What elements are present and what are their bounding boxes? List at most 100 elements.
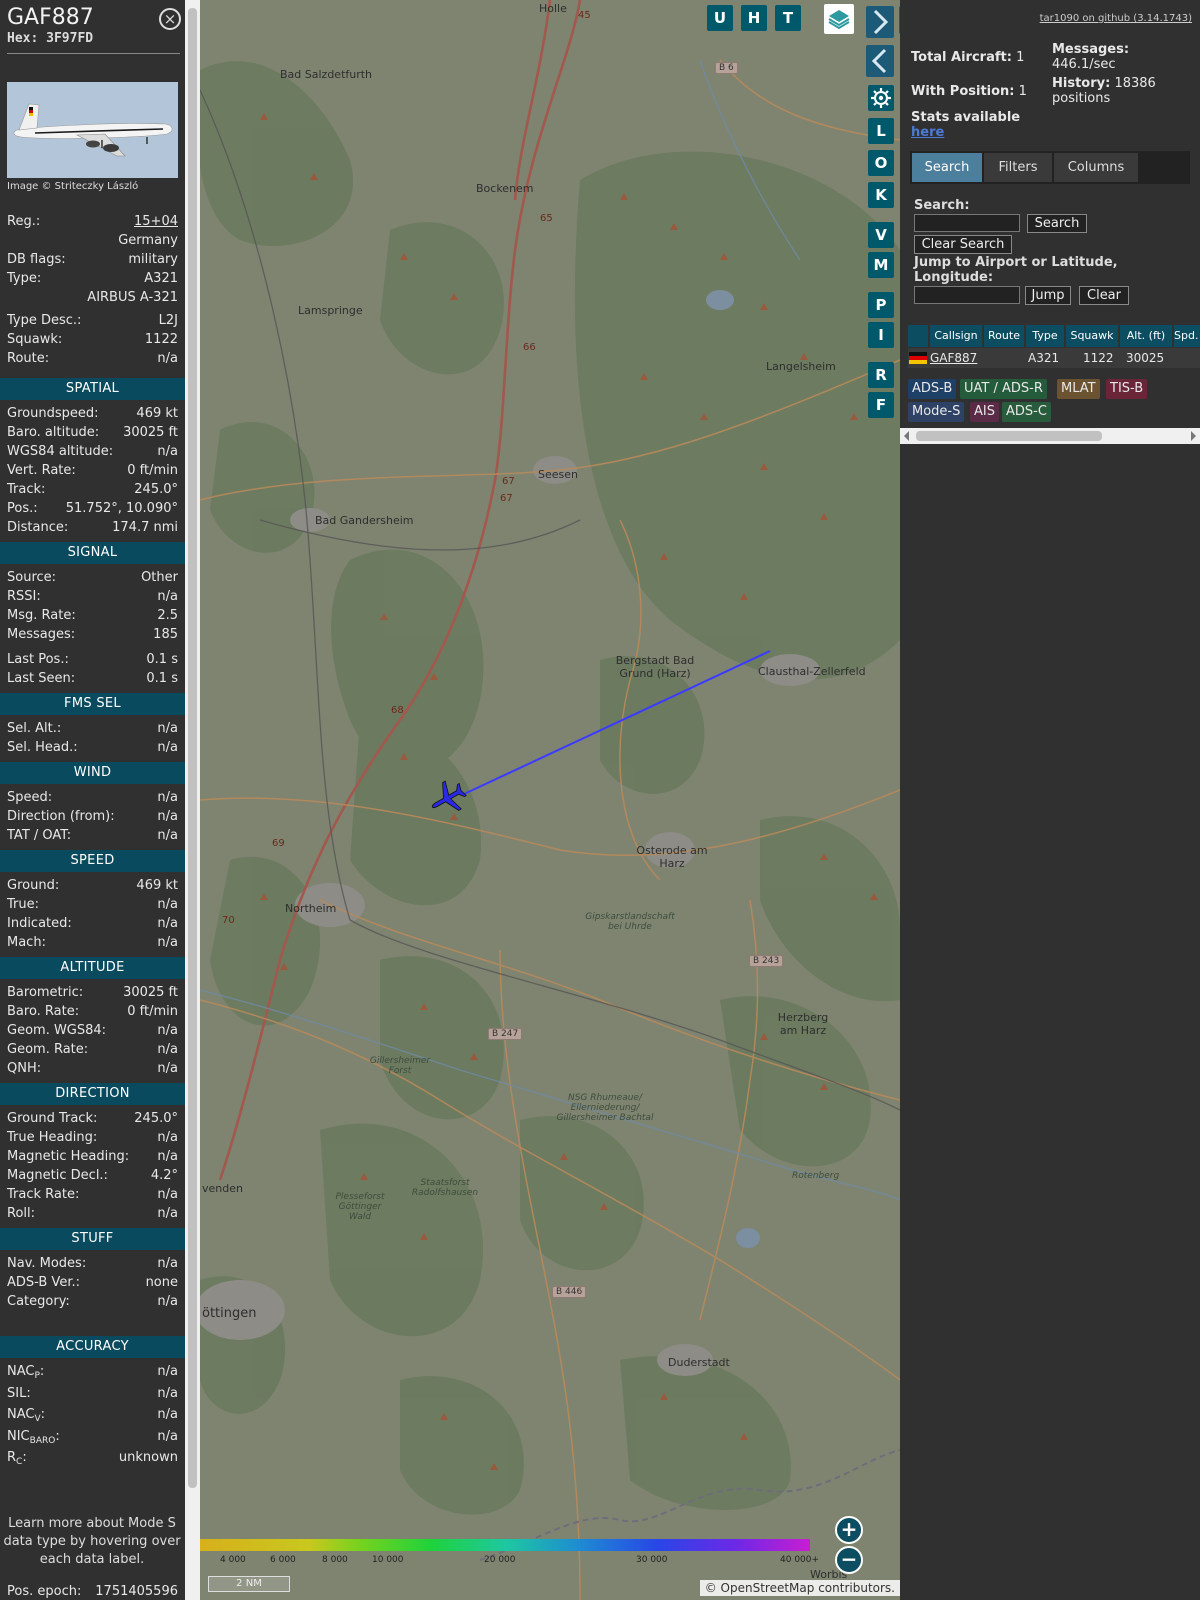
info-value: L2J	[158, 312, 178, 328]
layers-icon[interactable]	[824, 4, 854, 34]
info-value: Other	[141, 570, 178, 585]
table-horizontal-scrollbar[interactable]	[900, 428, 1200, 444]
tab-columns[interactable]: Columns	[1054, 153, 1138, 182]
section-header-wind[interactable]: WIND	[0, 762, 185, 784]
info-value: 0 ft/min	[127, 463, 178, 478]
road-badge: B 243	[749, 955, 784, 967]
map-button-h[interactable]: H	[741, 5, 767, 31]
info-label: Msg. Rate:	[7, 608, 76, 623]
info-label: Sel. Head.:	[7, 740, 78, 755]
source-chip-mode-s[interactable]: Mode-S	[908, 402, 965, 422]
info-row: ADS-B Ver.: none	[7, 1274, 178, 1292]
total-aircraft-label: Total Aircraft:	[911, 50, 1012, 65]
row-callsign[interactable]: GAF887	[930, 349, 977, 367]
source-chip-ads-c[interactable]: ADS-C	[1002, 402, 1051, 422]
map-button-k[interactable]: K	[868, 182, 894, 208]
info-label-text: R	[7, 1450, 17, 1465]
section-header-direction[interactable]: DIRECTION	[0, 1083, 185, 1105]
road-number: 69	[272, 838, 285, 849]
map-view[interactable]: Holle Bad Salzdetfurth Bockenem Lamsprin…	[200, 0, 900, 1600]
clear-jump-button[interactable]: Clear	[1079, 286, 1129, 305]
settings-gear-icon[interactable]	[868, 85, 894, 111]
info-row: QNH: n/a	[7, 1060, 178, 1078]
zoom-out-button[interactable]: −	[835, 1546, 863, 1574]
section-header-accuracy[interactable]: ACCURACY	[0, 1336, 185, 1358]
tab-filters[interactable]: Filters	[984, 153, 1052, 182]
stats-link[interactable]: here	[911, 125, 944, 140]
section-header-altitude[interactable]: ALTITUDE	[0, 957, 185, 979]
source-chip-tis-b[interactable]: TIS-B	[1106, 379, 1148, 399]
column-type[interactable]: Type	[1026, 325, 1064, 347]
aircraft-photo[interactable]	[7, 82, 178, 178]
source-chip-mlat[interactable]: MLAT	[1057, 379, 1100, 399]
close-icon[interactable]: ×	[159, 8, 181, 30]
jump-input[interactable]	[914, 286, 1020, 304]
map-button-m[interactable]: M	[868, 252, 894, 278]
source-chip-uat-ads-r[interactable]: UAT / ADS-R	[960, 379, 1047, 399]
section-header-signal[interactable]: SIGNAL	[0, 542, 185, 564]
altitude-tick: 20 000	[484, 1555, 516, 1565]
info-label: Last Seen:	[7, 671, 76, 686]
info-value: 30025 ft	[123, 985, 178, 1000]
map-button-i[interactable]: I	[868, 322, 894, 348]
info-label: Distance:	[7, 520, 69, 535]
sidebar-scrollbar[interactable]	[185, 0, 200, 1600]
collapse-left-icon[interactable]	[866, 45, 894, 77]
info-value: n/a	[157, 1130, 178, 1145]
hex-line: Hex: 3F97FD	[7, 31, 93, 46]
aircraft-marker-icon[interactable]	[428, 778, 468, 818]
clear-search-button[interactable]: Clear Search	[914, 235, 1012, 254]
jump-button[interactable]: Jump	[1025, 286, 1071, 305]
info-label: Barometric:	[7, 985, 84, 1000]
search-button[interactable]: Search	[1027, 214, 1087, 233]
section-header-fms-sel[interactable]: FMS SEL	[0, 693, 185, 715]
map-button-u[interactable]: U	[707, 5, 733, 31]
info-value: n/a	[157, 1407, 178, 1422]
zoom-in-button[interactable]: +	[835, 1516, 863, 1544]
info-label-text: NAC	[7, 1407, 35, 1422]
source-chip-ais[interactable]: AIS	[970, 402, 999, 422]
map-button-v[interactable]: V	[868, 222, 894, 248]
github-link[interactable]: tar1090 on github (3.14.1743)	[1040, 13, 1192, 24]
sidebar-scrollbar-thumb[interactable]	[188, 8, 197, 1488]
section-header-spatial[interactable]: SPATIAL	[0, 378, 185, 400]
map-button-o[interactable]: O	[868, 150, 894, 176]
map-button-t[interactable]: T	[775, 5, 801, 31]
column-altitude[interactable]: Alt. (ft)	[1120, 325, 1172, 347]
map-button-l[interactable]: L	[868, 118, 894, 144]
source-chip-ads-b[interactable]: ADS-B	[908, 379, 957, 399]
tab-search[interactable]: Search	[912, 153, 982, 182]
info-row: Geom. WGS84: n/a	[7, 1022, 178, 1040]
column-squawk[interactable]: Squawk	[1066, 325, 1118, 347]
scroll-left-arrow-icon[interactable]	[904, 431, 909, 441]
section-header-speed[interactable]: SPEED	[0, 850, 185, 872]
info-row: Ground: 469 kt	[7, 877, 178, 895]
info-value: n/a	[157, 740, 178, 755]
expand-right-icon[interactable]	[866, 6, 894, 38]
column-route[interactable]: Route	[984, 325, 1024, 347]
info-row: True: n/a	[7, 896, 178, 914]
info-value: n/a	[157, 1385, 178, 1401]
scrollbar-thumb[interactable]	[916, 431, 1102, 441]
info-label-suffix: :	[55, 1428, 60, 1444]
column-speed[interactable]: Spd.	[1174, 325, 1200, 347]
aircraft-list-panel: tar1090 on github (3.14.1743) Total Airc…	[900, 0, 1200, 1600]
nature-label: Gipskarstlandschaft bei Uhrde	[585, 912, 675, 932]
aircraft-details-sidebar: GAF887 Hex: 3F97FD × Image © Striteczky …	[0, 0, 185, 1600]
info-label: Type Desc.:	[7, 312, 82, 328]
search-input[interactable]	[914, 214, 1020, 232]
scroll-right-arrow-icon[interactable]	[1191, 431, 1196, 441]
map-button-r[interactable]: R	[868, 362, 894, 388]
info-label: Messages:	[7, 627, 76, 642]
info-row: Messages: 185	[7, 626, 178, 644]
osm-link[interactable]: OpenStreetMap	[721, 1581, 815, 1595]
map-button-p[interactable]: P	[868, 292, 894, 318]
map-button-f[interactable]: F	[868, 392, 894, 418]
section-header-stuff[interactable]: STUFF	[0, 1228, 185, 1250]
info-value[interactable]: 15+04	[134, 213, 178, 231]
column-callsign[interactable]: Callsign	[930, 325, 982, 347]
info-row: DB flags: military	[7, 251, 178, 269]
info-value: 469 kt	[136, 406, 178, 421]
info-row: RC: unknown	[7, 1449, 178, 1467]
info-row: Ground Track: 245.0°	[7, 1110, 178, 1128]
